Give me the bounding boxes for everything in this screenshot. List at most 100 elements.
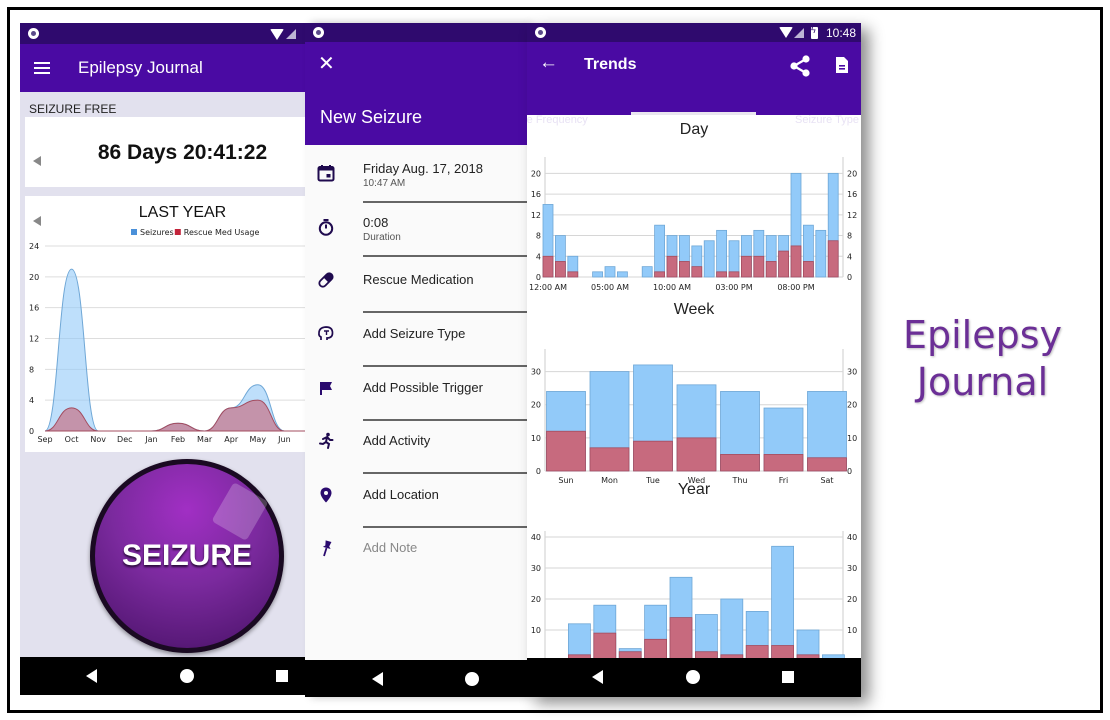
bar-rescue-med [765,261,777,278]
bar-seizures [720,598,744,658]
x-tick-label: Jan [144,435,157,444]
recents-nav-icon[interactable] [782,671,794,683]
y-tick-label-right: 30 [847,564,857,573]
y-tick-label-left: 16 [531,190,541,199]
y-tick-label-left: 0 [536,467,541,476]
status-bar: 10:48 [527,23,861,42]
bar-rescue-med [728,271,740,278]
hamburger-menu-icon[interactable] [34,61,50,75]
close-icon[interactable]: ✕ [318,54,335,74]
app-title: Epilepsy Journal [78,58,203,77]
nav-bar [305,660,527,697]
y-tick-label-left: 10 [531,434,541,443]
bar-seizures [771,545,795,658]
x-tick-label: 12:00 AM [529,283,567,292]
calendar-icon [317,164,339,186]
home-nav-icon[interactable] [465,672,479,686]
x-tick-label: Apr [224,435,239,444]
bar-seizures [815,229,827,278]
bar-seizures [568,623,591,658]
form-row-label: Rescue Medication [363,272,474,287]
form-row-0-08[interactable]: 0:08 Duration [305,199,527,257]
y-tick-label-right: 40 [847,533,857,542]
legend-swatch-1 [174,229,181,235]
form-row-add-note[interactable]: Add Note [305,523,527,577]
y-tick-label-right: 12 [847,211,857,220]
bar-seizures [604,266,616,278]
header: ✕ New Seizure [305,42,527,145]
stopwatch-icon [317,218,339,240]
form-row-add-seizure-type[interactable]: Add Seizure Type [305,309,527,367]
wifi-icon [779,27,793,38]
y-tick-label-left: 12 [531,211,541,220]
notification-dot-icon [28,28,39,39]
form-row-sublabel: Duration [363,232,401,243]
back-nav-icon[interactable] [592,670,603,684]
y-tick-label: 8 [29,365,34,374]
seizure-button[interactable]: SEIZURE [90,459,284,653]
x-tick-label: Nov [90,435,106,444]
y-tick-label-right: 30 [847,368,857,377]
y-tick-label: 4 [29,396,34,405]
trends-screen: 10:48 ← Trends re FrequencySeizure Distr… [527,23,861,697]
form-row-label: 0:08 [363,215,389,230]
y-tick-label: 16 [29,304,39,313]
brand-title-line1: Epilepsy [902,313,1063,357]
form-row-friday-aug-17-2018[interactable]: Friday Aug. 17, 2018 10:47 AM [305,145,527,203]
form-row-add-location[interactable]: Add Location [305,470,527,528]
year-chart: 001010202030304040JanMarMayJulSepNov [531,531,857,658]
bar-rescue-med [778,250,790,278]
seizure-free-timer: 86 Days 20:41:22 [97,141,268,164]
bar-rescue-med [716,271,728,278]
brain-head-icon [317,325,339,347]
bar-seizures [617,271,628,278]
back-nav-icon[interactable] [86,669,97,683]
x-tick-label: May [250,435,267,444]
bar-rescue-med [763,454,804,472]
document-icon[interactable] [835,56,849,74]
legend-label-0: Seizures [140,228,174,237]
y-tick-label-right: 10 [847,434,857,443]
form-row-label: Add Location [363,487,439,502]
status-bar [20,23,320,44]
year-chart-title: Year [677,481,711,498]
y-tick-label-right: 20 [847,595,857,604]
form-row-add-activity[interactable]: Add Activity [305,416,527,474]
pushpin-icon [317,539,339,561]
form-row-rescue-medication[interactable]: Rescue Medication [305,255,527,313]
share-icon[interactable] [789,55,811,77]
x-tick-label: 10:00 AM [653,283,691,292]
bar-rescue-med [546,430,586,472]
week-chart: 00101020203030SunMonTueWedThuFriSatSeizu… [531,349,857,483]
recents-nav-icon[interactable] [276,670,288,682]
y-tick-label-right: 16 [847,190,857,199]
bar-rescue-med [678,261,690,278]
x-tick-label: Mar [197,435,213,444]
x-tick-label: 03:00 PM [715,283,752,292]
home-screen: Epilepsy Journal SEIZURE FREE 86 Days 20… [20,23,320,695]
form-row-sublabel: 10:47 AM [363,178,406,189]
bar-rescue-med [740,255,752,278]
last-year-card: LAST YEAR 0 4 8 12 16 20 24 Sep Oct Nov Dec Jan Feb M… [25,196,310,452]
form-row-add-possible-trigger[interactable]: Add Possible Trigger [305,363,527,421]
home-nav-icon[interactable] [180,669,194,683]
x-tick-label: Feb [171,435,185,444]
y-tick-label-left: 20 [531,595,541,604]
y-tick-label-left: 30 [531,368,541,377]
seizure-button-label: SEIZURE [121,539,253,572]
bar-rescue-med [745,645,769,658]
y-tick-label-right: 10 [847,626,857,635]
bar-rescue-med [666,255,678,278]
home-nav-icon[interactable] [686,670,700,684]
form-row-label: Friday Aug. 17, 2018 [363,161,483,176]
back-arrow-icon[interactable]: ← [539,53,558,73]
form-row-label: Add Activity [363,433,431,448]
x-tick-label: 08:00 PM [777,283,814,292]
bar-rescue-med [827,240,839,278]
week-chart-title: Week [673,301,715,318]
back-nav-icon[interactable] [372,672,383,686]
y-tick-label-right: 0 [847,467,852,476]
y-tick-label: 0 [29,427,34,436]
x-tick-label: Sep [37,435,52,444]
y-tick-label: 24 [29,242,39,251]
